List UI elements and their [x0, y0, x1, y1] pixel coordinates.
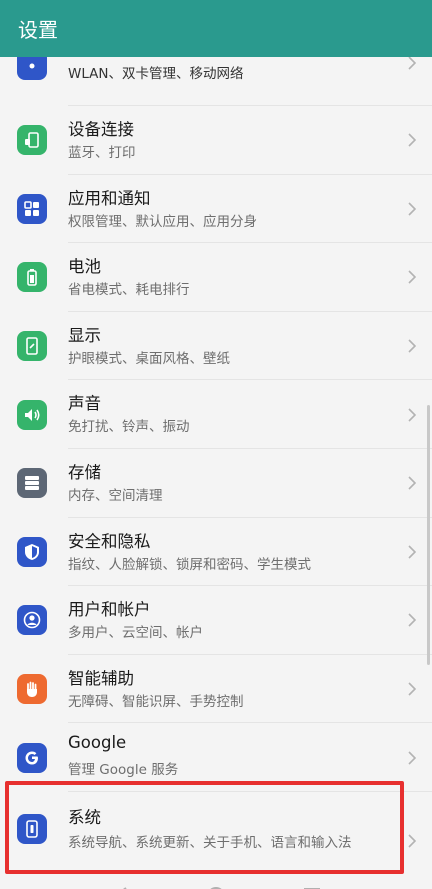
- settings-item-sound[interactable]: 声音 免打扰、铃声、振动: [0, 380, 432, 449]
- settings-item-subtitle: 无障碍、智能识屏、手势控制: [68, 693, 244, 710]
- speaker-icon: [17, 399, 47, 430]
- settings-item-title: 存储: [68, 462, 101, 482]
- settings-item-network[interactable]: WLAN、双卡管理、移动网络: [0, 57, 432, 106]
- settings-item-assist[interactable]: 智能辅助 无障碍、智能识屏、手势控制: [0, 655, 432, 724]
- settings-item-display[interactable]: 显示 护眼模式、桌面风格、壁纸: [0, 312, 432, 381]
- settings-item-google[interactable]: Google 管理 Google 服务: [0, 723, 432, 792]
- navigation-bar: [0, 879, 432, 889]
- chevron-right-icon: [406, 474, 418, 492]
- shield-icon: [17, 536, 47, 567]
- settings-item-subtitle: 系统导航、系统更新、关于手机、语言和输入法: [68, 834, 352, 851]
- settings-item-device-connection[interactable]: 设备连接 蓝牙、打印: [0, 106, 432, 175]
- chevron-right-icon: [406, 337, 418, 355]
- chevron-right-icon: [406, 57, 418, 72]
- settings-item-title: 声音: [68, 394, 101, 414]
- chevron-right-icon: [406, 406, 418, 424]
- settings-item-title: 显示: [68, 325, 101, 345]
- settings-item-subtitle: 内存、空间清理: [68, 487, 163, 504]
- google-icon: [17, 742, 47, 773]
- settings-item-title: 用户和帐户: [68, 600, 151, 620]
- settings-item-title: 应用和通知: [68, 188, 151, 208]
- wifi-icon: [17, 57, 47, 80]
- settings-item-title: 电池: [68, 257, 101, 277]
- settings-item-battery[interactable]: 电池 省电模式、耗电排行: [0, 243, 432, 312]
- battery-icon: [17, 262, 47, 293]
- chevron-right-icon: [406, 543, 418, 561]
- settings-item-subtitle: 权限管理、默认应用、应用分身: [68, 213, 257, 230]
- settings-item-subtitle: 指纹、人脸解锁、锁屏和密码、学生模式: [68, 556, 311, 573]
- page-title: 设置: [18, 18, 58, 42]
- settings-item-title: 安全和隐私: [68, 531, 151, 551]
- phone-icon: [17, 813, 47, 844]
- chevron-right-icon: [406, 131, 418, 149]
- settings-item-subtitle: 管理 Google 服务: [68, 762, 179, 779]
- scrollbar[interactable]: [427, 405, 430, 665]
- settings-item-storage[interactable]: 存储 内存、空间清理: [0, 449, 432, 518]
- settings-item-subtitle: 多用户、云空间、帐户: [68, 625, 203, 642]
- storage-icon: [17, 468, 47, 499]
- settings-item-subtitle: 蓝牙、打印: [68, 145, 136, 161]
- settings-item-subtitle: 免打扰、铃声、振动: [68, 419, 190, 436]
- hand-icon: [17, 674, 47, 705]
- settings-item-apps[interactable]: 应用和通知 权限管理、默认应用、应用分身: [0, 175, 432, 244]
- settings-item-title: 智能辅助: [68, 668, 134, 688]
- user-icon: [17, 605, 47, 636]
- chevron-right-icon: [406, 268, 418, 286]
- chevron-right-icon: [406, 611, 418, 629]
- settings-list[interactable]: WLAN、双卡管理、移动网络 设备连接 蓝牙、打印 应用和通知 权限管理、默认应…: [0, 57, 432, 889]
- chevron-right-icon: [406, 200, 418, 218]
- chevron-right-icon: [406, 749, 418, 767]
- device-connect-icon: [17, 125, 47, 156]
- chevron-right-icon: [406, 680, 418, 698]
- display-icon: [17, 331, 47, 362]
- settings-item-accounts[interactable]: 用户和帐户 多用户、云空间、帐户: [0, 586, 432, 655]
- app-bar: 设置: [0, 0, 432, 57]
- apps-grid-icon: [17, 193, 47, 224]
- settings-item-system[interactable]: 系统 系统导航、系统更新、关于手机、语言和输入法: [0, 792, 432, 887]
- settings-item-title: 设备连接: [68, 120, 134, 139]
- settings-item-subtitle: 护眼模式、桌面风格、壁纸: [68, 350, 230, 367]
- settings-item-title: Google: [68, 733, 127, 753]
- settings-item-security[interactable]: 安全和隐私 指纹、人脸解锁、锁屏和密码、学生模式: [0, 518, 432, 587]
- settings-item-subtitle: WLAN、双卡管理、移动网络: [68, 66, 244, 82]
- settings-item-subtitle: 省电模式、耗电排行: [68, 282, 190, 299]
- chevron-right-icon: [406, 832, 418, 850]
- settings-item-title: 系统: [68, 807, 101, 827]
